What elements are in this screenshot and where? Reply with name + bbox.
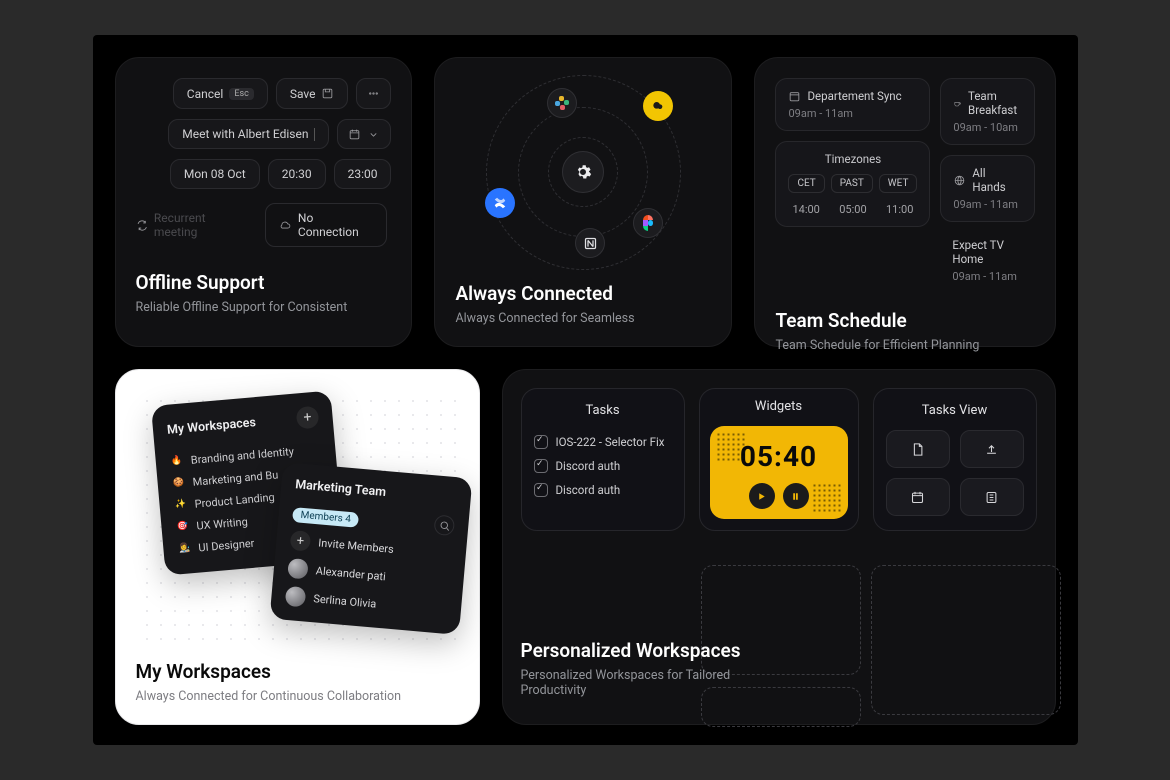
- connected-subtitle: Always Connected for Seamless: [455, 311, 711, 326]
- tasks-view-panel: Tasks View: [873, 388, 1037, 531]
- end-time-button[interactable]: 23:00: [334, 159, 392, 189]
- checkbox-icon[interactable]: [534, 459, 548, 473]
- calendar-sync-icon: [788, 90, 801, 103]
- tz-tab-past[interactable]: PAST: [831, 174, 873, 193]
- meeting-name-text: Meet with Albert Edisen: [182, 127, 308, 141]
- view-upload-button[interactable]: [960, 430, 1024, 468]
- tz-tab-cet[interactable]: CET: [788, 174, 824, 193]
- pause-icon: [790, 491, 801, 502]
- tz-time-1: 05:00: [839, 203, 866, 216]
- tz-tab-wet[interactable]: WET: [879, 174, 918, 193]
- chevron-down-icon: [367, 128, 380, 141]
- member-row[interactable]: Serlina Olivia: [284, 586, 447, 620]
- members-badge: Members 4: [292, 507, 359, 528]
- start-time-button[interactable]: 20:30: [268, 159, 326, 189]
- search-icon: [437, 518, 451, 532]
- workspaces-title: My Workspaces: [136, 660, 459, 683]
- integration-orbits: [455, 78, 711, 266]
- add-workspace-button[interactable]: +: [295, 406, 319, 430]
- date-picker-button[interactable]: [337, 119, 391, 149]
- date-button[interactable]: Mon 08 Oct: [170, 159, 260, 189]
- view-list-button[interactable]: [960, 478, 1024, 516]
- offline-subtitle: Reliable Offline Support for Consistent: [136, 300, 392, 315]
- schedule-title: Team Schedule: [775, 309, 1034, 332]
- personalized-card: Tasks IOS-222 - Selector Fix Discord aut…: [502, 369, 1056, 725]
- checkbox-icon[interactable]: [534, 483, 548, 497]
- save-label: Save: [290, 87, 316, 101]
- timezones-box: Timezones CET PAST WET 14:00 05:00 11:00: [775, 141, 930, 227]
- plus-icon: +: [289, 530, 311, 552]
- invite-members-button[interactable]: + Invite Members: [289, 530, 452, 564]
- mailchimp-icon: [643, 91, 673, 121]
- pause-button[interactable]: [783, 483, 809, 509]
- repeat-icon: [136, 219, 148, 232]
- offline-card: Cancel Esc Save Meet with Albert Edisen: [115, 57, 413, 347]
- upload-icon: [984, 442, 999, 457]
- pw-subtitle: Personalized Workspaces for Tailored Pro…: [521, 668, 751, 698]
- date-text: Mon 08 Oct: [184, 167, 246, 181]
- workspaces-subtitle: Always Connected for Continuous Collabor…: [136, 689, 459, 704]
- tvhome-box[interactable]: Expect TV Home 09am - 11am: [940, 232, 1034, 289]
- cancel-label: Cancel: [187, 87, 224, 101]
- save-button[interactable]: Save: [276, 78, 349, 109]
- more-icon: [367, 87, 380, 100]
- save-icon: [321, 87, 334, 100]
- drop-zone[interactable]: [871, 565, 1061, 715]
- timer-value: 05:40: [740, 440, 817, 473]
- play-icon: [756, 491, 767, 502]
- task-row[interactable]: Discord auth: [534, 478, 672, 502]
- tasks-title: Tasks: [534, 403, 672, 418]
- cloud-off-icon: [279, 219, 291, 232]
- doc-icon: [910, 442, 925, 457]
- task-row[interactable]: IOS-222 - Selector Fix: [534, 430, 672, 454]
- recurring-label: Recurrent meeting: [136, 211, 248, 239]
- list-icon: [984, 490, 999, 505]
- calendar-icon: [348, 128, 361, 141]
- avatar: [287, 558, 309, 580]
- cancel-keytag: Esc: [229, 88, 253, 100]
- widgets-panel: Widgets 05:40: [699, 388, 859, 531]
- no-connection-badge: No Connection: [265, 203, 387, 247]
- breakfast-box[interactable]: Team Breakfast 09am - 10am: [940, 78, 1034, 145]
- coffee-icon: [953, 97, 962, 110]
- connected-title: Always Connected: [455, 282, 711, 305]
- task-row[interactable]: Discord auth: [534, 454, 672, 478]
- pw-title: Personalized Workspaces: [521, 639, 751, 662]
- schedule-subtitle: Team Schedule for Efficient Planning: [775, 338, 1034, 353]
- timer-widget: 05:40: [710, 426, 848, 519]
- allhands-box[interactable]: All Hands 09am - 11am: [940, 155, 1034, 222]
- member-row[interactable]: Alexander pati: [287, 558, 450, 592]
- end-time-text: 23:00: [348, 167, 378, 181]
- meeting-name-input[interactable]: Meet with Albert Edisen: [168, 119, 329, 149]
- start-time-text: 20:30: [282, 167, 312, 181]
- workspaces-card: My Workspaces + 🔥Branding and Identity 🍪…: [115, 369, 480, 725]
- connected-card: Always Connected Always Connected for Se…: [434, 57, 732, 347]
- tz-time-2: 11:00: [886, 203, 913, 216]
- view-calendar-button[interactable]: [886, 478, 950, 516]
- offline-title: Offline Support: [136, 271, 392, 294]
- cancel-button[interactable]: Cancel Esc: [173, 78, 268, 109]
- tasks-panel: Tasks IOS-222 - Selector Fix Discord aut…: [521, 388, 685, 531]
- calendar-icon: [910, 490, 925, 505]
- play-button[interactable]: [749, 483, 775, 509]
- view-doc-button[interactable]: [886, 430, 950, 468]
- globe-icon: [953, 174, 966, 187]
- schedule-card: Departement Sync 09am - 11am Timezones C…: [754, 57, 1055, 347]
- dept-sync-box[interactable]: Departement Sync 09am - 11am: [775, 78, 930, 131]
- tasks-view-title: Tasks View: [886, 403, 1024, 418]
- workspace-panel-team: Marketing Team Members 4 + Invite Member…: [269, 462, 472, 635]
- search-button[interactable]: [433, 514, 455, 536]
- tz-time-0: 14:00: [792, 203, 819, 216]
- widgets-title: Widgets: [710, 399, 848, 414]
- avatar: [284, 586, 306, 608]
- checkbox-icon[interactable]: [534, 435, 548, 449]
- more-button[interactable]: [356, 78, 391, 109]
